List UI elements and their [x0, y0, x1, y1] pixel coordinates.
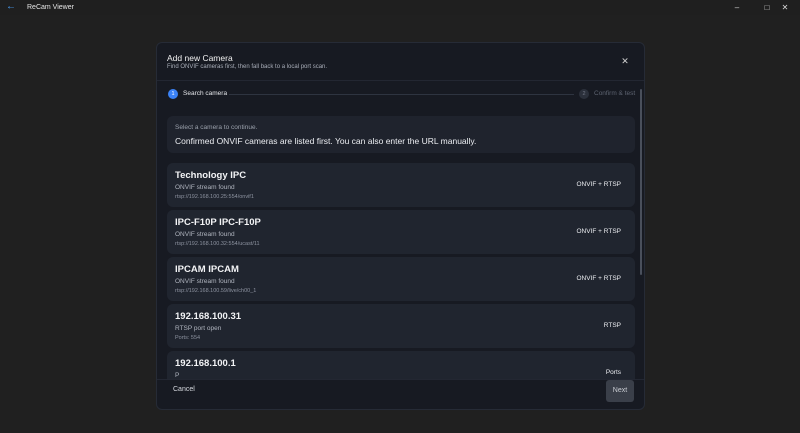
- camera-protocol: ONVIF + RTSP: [576, 275, 622, 282]
- camera-name: IPCAM IPCAM: [175, 264, 239, 275]
- info-message: Confirmed ONVIF cameras are listed first…: [175, 136, 477, 146]
- header-divider: [157, 80, 644, 81]
- step-connector: [229, 94, 574, 95]
- camera-protocol: ONVIF + RTSP: [576, 181, 622, 188]
- step-1-indicator: 1: [168, 89, 178, 99]
- camera-status: ONVIF stream found: [175, 231, 235, 238]
- close-icon[interactable]: ✕: [619, 55, 631, 67]
- dialog-subtitle: Find ONVIF cameras first, then fall back…: [167, 64, 328, 70]
- camera-protocol: ONVIF + RTSP: [576, 228, 622, 235]
- step-2-label: Confirm & test: [594, 90, 636, 97]
- camera-name: 192.168.100.31: [175, 311, 242, 322]
- camera-url: rtsp://192.168.100.25:554/onvif1: [175, 194, 254, 200]
- camera-card[interactable]: 192.168.100.1 P Ports: [167, 351, 635, 379]
- camera-status: P: [175, 372, 180, 379]
- camera-name: Technology IPC: [175, 170, 247, 181]
- camera-card[interactable]: IPCAM IPCAM ONVIF stream found rtsp://19…: [167, 257, 635, 301]
- scrollbar[interactable]: [640, 89, 642, 275]
- back-arrow-icon[interactable]: ←: [4, 0, 18, 15]
- camera-card[interactable]: 192.168.100.31 RTSP port open Ports: 554…: [167, 304, 635, 348]
- step-2-indicator: 2: [579, 89, 589, 99]
- info-hint: Select a camera to continue.: [175, 124, 258, 131]
- wizard-steps: 1 Search camera 2 Confirm & test: [167, 88, 637, 100]
- camera-url: rtsp://192.168.100.59/live/ch00_1: [175, 288, 257, 294]
- footer-divider: [157, 379, 644, 380]
- camera-list-area: Select a camera to continue. Confirmed O…: [157, 111, 644, 379]
- camera-name: IPC-F10P IPC-F10P: [175, 217, 261, 228]
- dialog-title: Add new Camera: [167, 53, 233, 63]
- app-title: ReCam Viewer: [27, 4, 74, 11]
- cancel-button[interactable]: Cancel: [173, 386, 195, 393]
- camera-protocol: Ports: [605, 369, 621, 376]
- close-window-button[interactable]: ✕: [770, 0, 800, 15]
- camera-card[interactable]: Technology IPC ONVIF stream found rtsp:/…: [167, 163, 635, 207]
- camera-status: RTSP port open: [175, 325, 222, 332]
- dialog-header: Add new Camera Find ONVIF cameras first,…: [157, 43, 644, 80]
- add-camera-dialog: Add new Camera Find ONVIF cameras first,…: [156, 42, 645, 410]
- title-bar: ← ReCam Viewer – □ ✕: [0, 0, 800, 15]
- camera-url: rtsp://192.168.100.32:554/ucast/11: [175, 241, 260, 247]
- camera-protocol: RTSP: [603, 322, 621, 329]
- camera-status: ONVIF stream found: [175, 278, 235, 285]
- minimize-button[interactable]: –: [722, 0, 752, 15]
- step-1-label: Search camera: [183, 90, 228, 97]
- camera-name: 192.168.100.1: [175, 358, 236, 369]
- camera-card[interactable]: IPC-F10P IPC-F10P ONVIF stream found rts…: [167, 210, 635, 254]
- camera-ports: Ports: 554: [175, 335, 201, 341]
- next-button[interactable]: Next: [606, 380, 634, 402]
- camera-status: ONVIF stream found: [175, 184, 235, 191]
- info-panel: Select a camera to continue. Confirmed O…: [167, 116, 635, 153]
